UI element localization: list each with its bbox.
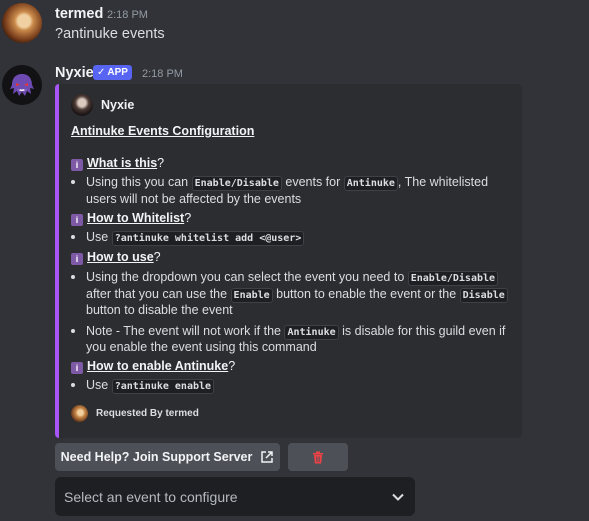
info-icon: i: [71, 214, 83, 226]
footer-text: Requested By termed: [96, 408, 199, 419]
bullet-how-to-use-1-cont2: button to disable the event: [86, 303, 233, 317]
bullet-how-to-use-1-cont: after that you can use the Enable button…: [86, 287, 508, 303]
event-select-placeholder: Select an event to configure: [64, 488, 238, 505]
bullet-what-is-this: Using this you can Enable/Disable events…: [86, 175, 489, 191]
bullet-how-to-use-2-cont: you enable the event using this command: [86, 340, 317, 354]
check-icon: ✓: [97, 67, 106, 78]
external-link-icon: [261, 451, 274, 463]
bullet-dot: [71, 383, 75, 387]
embed-author: Nyxie: [71, 94, 134, 116]
info-icon: i: [71, 159, 83, 171]
info-icon: i: [71, 362, 83, 374]
embed-footer: Requested By termed: [71, 405, 199, 422]
footer-avatar: [71, 405, 88, 422]
bullet-how-to-whitelist: Use ?antinuke whitelist add <@user>: [86, 230, 305, 246]
bullet-how-to-enable: Use ?antinuke enable: [86, 378, 215, 394]
app-badge: ✓ APP: [93, 65, 132, 80]
app-badge-label: APP: [107, 67, 128, 78]
user-avatar[interactable]: [2, 3, 42, 43]
message-text: ?antinuke events: [55, 26, 165, 42]
bullet-dot: [71, 235, 75, 239]
event-select[interactable]: Select an event to configure: [55, 477, 415, 516]
bullet-dot: [71, 275, 75, 279]
message-timestamp: 2:18 PM: [107, 9, 148, 21]
support-server-label: Need Help? Join Support Server: [60, 450, 253, 464]
bullet-how-to-use-2: Note - The event will not work if the An…: [86, 324, 506, 340]
info-icon: i: [71, 253, 83, 265]
heading-what-is-this: i What is this?: [71, 156, 164, 171]
heading-how-to-use: i How to use?: [71, 250, 161, 265]
bot-username[interactable]: Nyxie: [55, 65, 94, 81]
bullet-dot: [71, 329, 75, 333]
trash-icon: [313, 451, 323, 463]
bullet-what-is-this-cont: users will not be affected by the events: [86, 192, 302, 206]
bot-timestamp: 2:18 PM: [142, 68, 183, 80]
chevron-down-icon: [392, 493, 404, 501]
delete-button[interactable]: [288, 443, 348, 471]
heading-how-to-whitelist: i How to Whitelist?: [71, 211, 191, 226]
bullet-how-to-use-1: Using the dropdown you can select the ev…: [86, 270, 499, 286]
username[interactable]: termed: [55, 6, 103, 22]
embed-card: Nyxie Antinuke Events Configuration i Wha…: [55, 84, 522, 438]
bot-avatar[interactable]: [2, 65, 42, 105]
embed-title: Antinuke Events Configuration: [71, 124, 255, 138]
bullet-dot: [71, 180, 75, 184]
support-server-button[interactable]: Need Help? Join Support Server: [55, 443, 280, 471]
embed-author-avatar: [71, 94, 93, 116]
heading-how-to-enable: i How to enable Antinuke?: [71, 359, 235, 374]
ghost-icon: [10, 74, 34, 96]
embed-author-name: Nyxie: [101, 98, 135, 112]
